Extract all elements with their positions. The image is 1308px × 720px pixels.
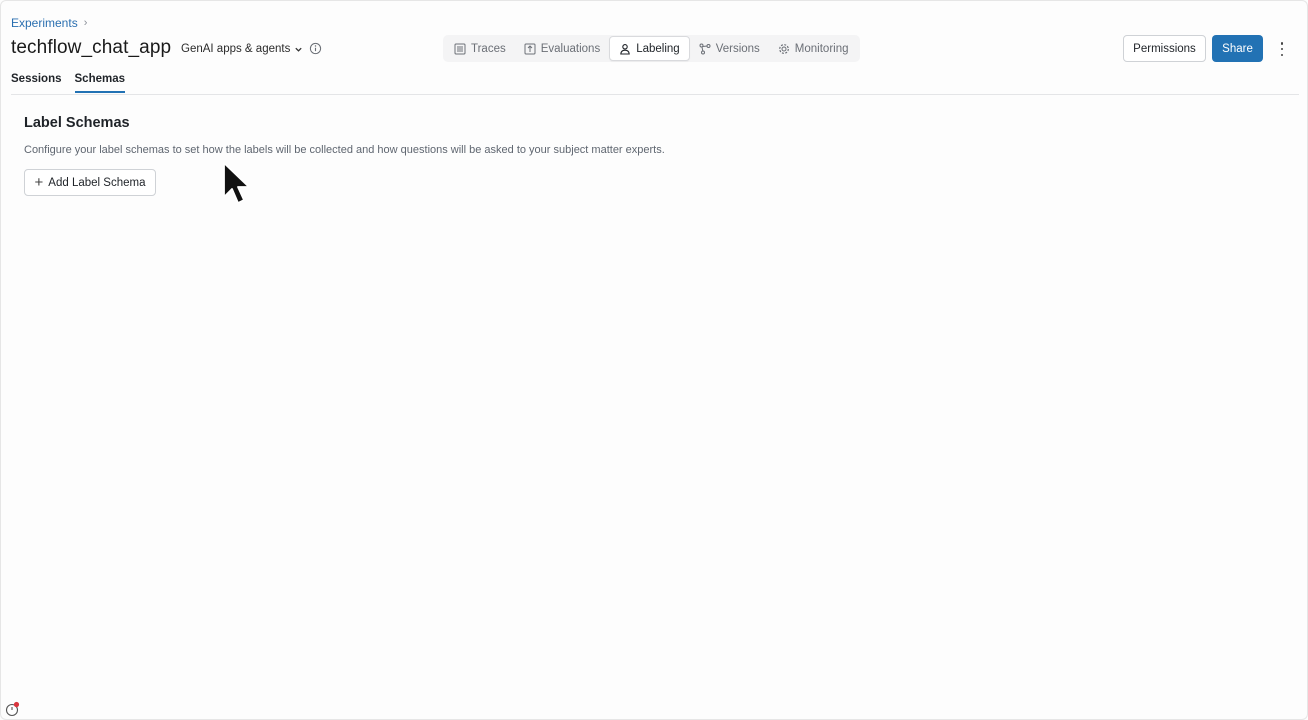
more-options-icon[interactable] xyxy=(1275,40,1289,58)
tab-versions-label: Versions xyxy=(715,42,760,55)
list-icon xyxy=(454,43,466,54)
upload-box-icon xyxy=(524,43,536,54)
section-description: Configure your label schemas to set how … xyxy=(24,144,665,156)
breadcrumb-experiments-link[interactable]: Experiments xyxy=(11,16,78,30)
mode-tab-bar: Traces Evaluations Labeling Versions Mon… xyxy=(443,35,860,62)
add-label-schema-label: Add Label Schema xyxy=(48,176,146,189)
tab-evaluations-label: Evaluations xyxy=(540,42,601,55)
info-icon[interactable] xyxy=(309,42,322,55)
tab-versions[interactable]: Versions xyxy=(690,36,769,61)
sub-tab-bar: Sessions Schemas xyxy=(11,73,126,93)
chevron-down-icon xyxy=(295,47,302,52)
add-label-schema-button[interactable]: + Add Label Schema xyxy=(24,169,156,196)
tab-divider xyxy=(11,94,1299,95)
person-icon xyxy=(620,43,630,55)
nodes-icon xyxy=(699,43,711,54)
tab-schemas[interactable]: Schemas xyxy=(74,73,126,93)
app-window: Experiments › techflow_chat_app GenAI ap… xyxy=(0,0,1308,720)
share-button[interactable]: Share xyxy=(1212,35,1263,62)
gear-icon xyxy=(778,43,789,54)
tab-traces-label: Traces xyxy=(471,42,506,55)
breadcrumb: Experiments › xyxy=(11,16,87,30)
breadcrumb-separator: › xyxy=(83,17,88,29)
section-title: Label Schemas xyxy=(24,115,130,131)
tab-traces[interactable]: Traces xyxy=(445,36,515,61)
page-title: techflow_chat_app xyxy=(11,37,172,58)
tab-evaluations[interactable]: Evaluations xyxy=(515,36,609,61)
mouse-cursor-icon xyxy=(223,162,250,204)
timer-icon[interactable] xyxy=(4,701,20,717)
app-type-dropdown[interactable]: GenAI apps & agents xyxy=(177,39,307,59)
tab-labeling-label: Labeling xyxy=(636,42,680,55)
tab-monitoring[interactable]: Monitoring xyxy=(769,36,858,61)
tab-labeling[interactable]: Labeling xyxy=(609,36,690,61)
tab-sessions[interactable]: Sessions xyxy=(11,73,62,93)
tab-monitoring-label: Monitoring xyxy=(794,42,849,55)
app-type-label: GenAI apps & agents xyxy=(181,43,291,55)
plus-icon: + xyxy=(34,173,44,191)
permissions-button[interactable]: Permissions xyxy=(1123,35,1206,62)
